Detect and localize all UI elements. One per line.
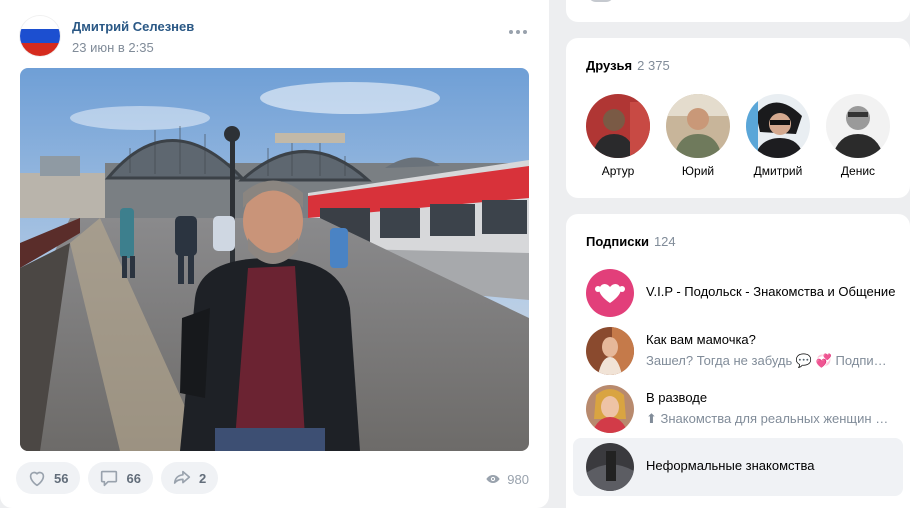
subscription-item[interactable]: V.I.P - Подольск - Знакомства и Общение xyxy=(573,264,903,322)
friend-avatar xyxy=(746,94,810,158)
share-icon xyxy=(173,470,191,484)
heart-icon xyxy=(29,471,45,487)
post-actions: 56 66 2 xyxy=(16,462,219,494)
post-photo[interactable] xyxy=(20,68,529,451)
like-button[interactable]: 56 xyxy=(16,462,81,494)
subscription-item[interactable]: Как вам мамочка? Зашел? Тогда не забудь … xyxy=(573,322,903,380)
views-counter: 980 xyxy=(485,471,529,487)
subscriptions-list: V.I.P - Подольск - Знакомства и Общение … xyxy=(573,264,903,496)
friend-name: Артур xyxy=(601,164,635,178)
community-description: Зашел? Тогда не забудь 💬 💞 Подпишись xyxy=(646,353,894,368)
subscriptions-title: Подписки xyxy=(586,234,649,249)
eye-icon xyxy=(486,475,500,483)
friend-avatar xyxy=(666,94,730,158)
subscription-item[interactable]: В разводе ⬆ Знакомства для реальных женщ… xyxy=(573,380,903,438)
friend-name: Дмитрий xyxy=(753,164,803,178)
friend-avatar xyxy=(586,94,650,158)
community-avatar xyxy=(586,385,634,433)
friends-title: Друзья xyxy=(586,58,633,73)
subscriptions-header[interactable]: Подписки 124 xyxy=(586,234,676,249)
friends-block: Друзья 2 375 Артур Юрий Дмитрий Денис xyxy=(566,38,910,198)
comment-count: 66 xyxy=(126,470,141,486)
community-name: V.I.P - Подольск - Знакомства и Общение xyxy=(646,284,896,299)
friend-item[interactable]: Денис xyxy=(826,94,890,178)
friends-count: 2 375 xyxy=(637,58,670,73)
share-button[interactable]: 2 xyxy=(160,462,219,494)
community-name: Как вам мамочка? xyxy=(646,332,756,347)
friend-item[interactable]: Артур xyxy=(586,94,650,178)
community-name: В разводе xyxy=(646,390,708,405)
community-description: ⬆ Знакомства для реальных женщин и мужчи… xyxy=(646,411,894,426)
friend-item[interactable]: Юрий xyxy=(666,94,730,178)
more-options-icon[interactable] xyxy=(509,30,527,34)
community-name: Неформальные знакомства xyxy=(646,458,815,473)
top-card-fragment xyxy=(566,0,910,22)
post-card: Дмитрий Селезнев 23 июн в 2:35 56 66 2 9… xyxy=(0,0,549,508)
friend-item[interactable]: Дмитрий xyxy=(746,94,810,178)
community-avatar xyxy=(586,327,634,375)
friend-name: Юрий xyxy=(681,164,715,178)
share-count: 2 xyxy=(198,470,207,486)
comment-button[interactable]: 66 xyxy=(88,462,153,494)
friends-header[interactable]: Друзья 2 375 xyxy=(586,58,670,73)
author-avatar[interactable] xyxy=(20,16,60,56)
views-count: 980 xyxy=(507,471,529,487)
friend-avatar xyxy=(826,94,890,158)
comment-icon xyxy=(101,470,118,487)
friends-list: Артур Юрий Дмитрий Денис xyxy=(586,94,906,178)
author-name[interactable]: Дмитрий Селезнев xyxy=(72,19,194,35)
like-count: 56 xyxy=(54,470,69,486)
community-avatar xyxy=(586,443,634,491)
community-avatar xyxy=(586,269,634,317)
subscription-item[interactable]: Неформальные знакомства xyxy=(573,438,903,496)
subscriptions-block: Подписки 124 V.I.P - Подольск - Знакомств… xyxy=(566,214,910,508)
post-time[interactable]: 23 июн в 2:35 xyxy=(72,40,194,56)
friend-name: Денис xyxy=(840,164,876,178)
subscriptions-count: 124 xyxy=(653,234,676,249)
post-header: Дмитрий Селезнев 23 июн в 2:35 xyxy=(20,16,194,56)
